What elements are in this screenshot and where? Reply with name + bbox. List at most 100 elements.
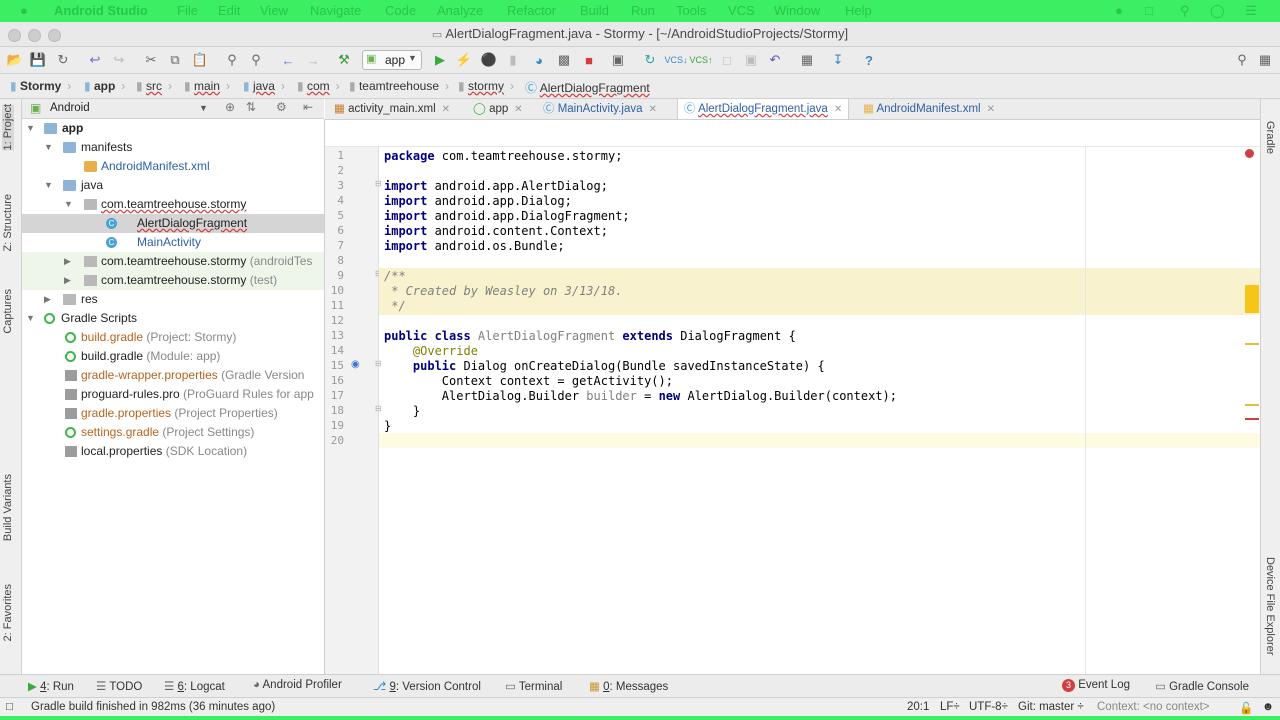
chevron-down-icon[interactable]: ▼ xyxy=(44,138,53,157)
coverage-icon[interactable]: ▩ xyxy=(555,51,573,69)
error-stripe[interactable] xyxy=(1245,418,1259,420)
tree-item-package-main[interactable]: ▼ com.teamtreehouse.stormy xyxy=(22,195,324,214)
tool-run[interactable]: ▶ 4: Run xyxy=(28,679,74,693)
toggle-tool-windows-icon[interactable]: □ xyxy=(6,701,13,713)
tree-item-gradle-scripts[interactable]: ▼ Gradle Scripts xyxy=(22,309,324,328)
replace-icon[interactable]: ⚲ xyxy=(247,51,265,69)
tool-tab-favorites[interactable]: 2: Favorites xyxy=(2,584,14,641)
tool-logcat[interactable]: ☰ 6: Logcat xyxy=(164,679,225,693)
vcs-commit-icon[interactable]: VCS↑ xyxy=(690,51,713,69)
menu-refactor[interactable]: Refactor xyxy=(507,3,556,18)
code-editor[interactable]: package com.teamtreehouse.stormy; import… xyxy=(379,147,1260,674)
chevron-down-icon[interactable]: ▼ xyxy=(199,103,208,113)
project-view-selector[interactable]: Android xyxy=(50,102,90,114)
tree-item-androidmanifest[interactable]: AndroidManifest.xml xyxy=(22,157,324,176)
menu-vcs[interactable]: VCS xyxy=(728,3,755,18)
creative-cloud-icon[interactable]: ● xyxy=(1115,3,1123,18)
siri-icon[interactable]: ◯ xyxy=(1210,3,1225,19)
override-method-icon[interactable]: ◉ xyxy=(351,359,360,370)
tree-item-alertdialogfragment[interactable]: C AlertDialogFragment xyxy=(22,214,324,233)
vcs-history-icon[interactable]: ▣ xyxy=(742,51,760,69)
tree-item-manifests[interactable]: ▼ manifests xyxy=(22,138,324,157)
make-project-hammer-icon[interactable]: ⚒ xyxy=(335,51,353,69)
tool-gradle-console[interactable]: ▭ Gradle Console xyxy=(1155,679,1249,693)
breadcrumb-alertdialogfragment[interactable]: Ⓒ AlertDialogFragment xyxy=(525,79,650,96)
tree-item-package-test[interactable]: ▶ com.teamtreehouse.stormy (test) xyxy=(22,271,324,290)
menu-navigate[interactable]: Navigate xyxy=(310,3,361,18)
menu-run[interactable]: Run xyxy=(631,3,655,18)
error-indicator-icon[interactable] xyxy=(1245,149,1254,158)
redo-icon[interactable]: ↪ xyxy=(110,51,128,69)
breadcrumb-teamtreehouse[interactable]: ▮ teamtreehouse › xyxy=(349,79,449,93)
close-icon[interactable]: ✕ xyxy=(834,104,842,115)
vcs-compare-icon[interactable]: □ xyxy=(718,51,736,69)
chevron-right-icon[interactable]: ▶ xyxy=(44,290,51,309)
menu-app-name[interactable]: Android Studio xyxy=(54,3,148,18)
git-branch[interactable]: Git: master ÷ xyxy=(1018,701,1084,713)
warning-marker[interactable] xyxy=(1245,285,1259,313)
tool-todo[interactable]: ☰ TODO xyxy=(96,679,142,693)
tab-alertdialogfragment-java[interactable]: Ⓒ AlertDialogFragment.java ✕ xyxy=(677,99,850,119)
menu-edit[interactable]: Edit xyxy=(218,3,240,18)
profile-icon[interactable]: ◕ xyxy=(530,51,548,69)
hide-panel-icon[interactable]: ⇤ xyxy=(303,100,313,114)
forward-icon[interactable]: → xyxy=(304,51,322,69)
menu-build[interactable]: Build xyxy=(580,3,609,18)
sdk-manager-icon[interactable]: ↧ xyxy=(829,51,847,69)
tab-androidmanifest-xml[interactable]: ▦ AndroidManifest.xml ✕ xyxy=(863,99,995,119)
menu-code[interactable]: Code xyxy=(385,3,416,18)
cut-icon[interactable]: ✂ xyxy=(142,51,160,69)
tab-mainactivity-java[interactable]: Ⓒ MainActivity.java ✕ xyxy=(543,99,657,119)
tool-tab-device-file-explorer[interactable]: Device File Explorer xyxy=(1264,557,1276,655)
vcs-update-icon[interactable]: VCS↓ xyxy=(665,51,688,69)
tree-item-build-gradle-module[interactable]: build.gradle (Module: app) xyxy=(22,347,324,366)
spotlight-search-icon[interactable]: ⚲ xyxy=(1180,3,1190,19)
save-all-icon[interactable]: 💾 xyxy=(29,51,47,69)
tree-item-gradle-properties[interactable]: gradle.properties (Project Properties) xyxy=(22,404,324,423)
tree-item-build-gradle-project[interactable]: build.gradle (Project: Stormy) xyxy=(22,328,324,347)
back-icon[interactable]: ← xyxy=(279,51,297,69)
inspector-icon[interactable]: ☻ xyxy=(1262,701,1274,713)
breadcrumb-src[interactable]: ▮ src › xyxy=(136,79,172,93)
help-icon[interactable]: ? xyxy=(860,51,878,69)
chevron-right-icon[interactable]: ▶ xyxy=(64,252,71,271)
airplay-icon[interactable]: □ xyxy=(1145,3,1153,18)
tool-tab-gradle[interactable]: Gradle xyxy=(1264,121,1276,154)
vcs-revert-icon[interactable]: ↶ xyxy=(766,51,784,69)
tool-tab-captures[interactable]: Captures xyxy=(2,289,14,334)
tree-item-res[interactable]: ▶ res xyxy=(22,290,324,309)
breadcrumb-java[interactable]: ▮ java › xyxy=(243,79,285,93)
warning-stripe[interactable] xyxy=(1245,404,1259,406)
tree-item-app[interactable]: ▼ app xyxy=(22,119,324,138)
tool-android-profiler[interactable]: ◕ Android Profiler xyxy=(253,679,342,691)
tool-messages[interactable]: ▦ 0: Messages xyxy=(589,679,668,693)
tree-item-java[interactable]: ▼ java xyxy=(22,176,324,195)
chevron-down-icon[interactable]: ▼ xyxy=(44,176,53,195)
apple-icon[interactable]: ● xyxy=(20,3,28,18)
chevron-down-icon[interactable]: ▼ xyxy=(26,309,35,328)
gear-icon[interactable]: ⚙ xyxy=(276,100,287,114)
scroll-from-source-icon[interactable]: ⊕ xyxy=(225,100,235,114)
menu-view[interactable]: View xyxy=(260,3,288,18)
notification-center-icon[interactable]: ☰ xyxy=(1245,3,1257,19)
tree-item-proguard-rules[interactable]: proguard-rules.pro (ProGuard Rules for a… xyxy=(22,385,324,404)
project-structure-icon[interactable]: ▦ xyxy=(798,51,816,69)
menu-analyze[interactable]: Analyze xyxy=(437,3,483,18)
tab-activity-main-xml[interactable]: ▦ activity_main.xml ✕ xyxy=(334,99,450,119)
run-configuration-dropdown[interactable]: ▣ app ▼ xyxy=(362,50,422,70)
caret-position[interactable]: 20:1 xyxy=(907,701,929,713)
copy-icon[interactable]: ⧉ xyxy=(166,51,184,69)
menu-help[interactable]: Help xyxy=(845,3,872,18)
sync-gradle-icon[interactable]: ↻ xyxy=(641,51,659,69)
menu-window[interactable]: Window xyxy=(774,3,820,18)
undo-icon[interactable]: ↩ xyxy=(86,51,104,69)
chevron-right-icon[interactable]: ▶ xyxy=(64,271,71,290)
tree-item-gradle-wrapper-properties[interactable]: gradle-wrapper.properties (Gradle Versio… xyxy=(22,366,324,385)
file-encoding[interactable]: UTF-8÷ xyxy=(969,701,1008,713)
open-folder-icon[interactable]: 📂 xyxy=(6,51,24,69)
close-icon[interactable]: ✕ xyxy=(987,104,995,115)
close-icon[interactable]: ✕ xyxy=(514,104,522,115)
menu-file[interactable]: File xyxy=(177,3,198,18)
tree-item-settings-gradle[interactable]: settings.gradle (Project Settings) xyxy=(22,423,324,442)
tool-event-log[interactable]: 3 Event Log xyxy=(1062,679,1130,692)
